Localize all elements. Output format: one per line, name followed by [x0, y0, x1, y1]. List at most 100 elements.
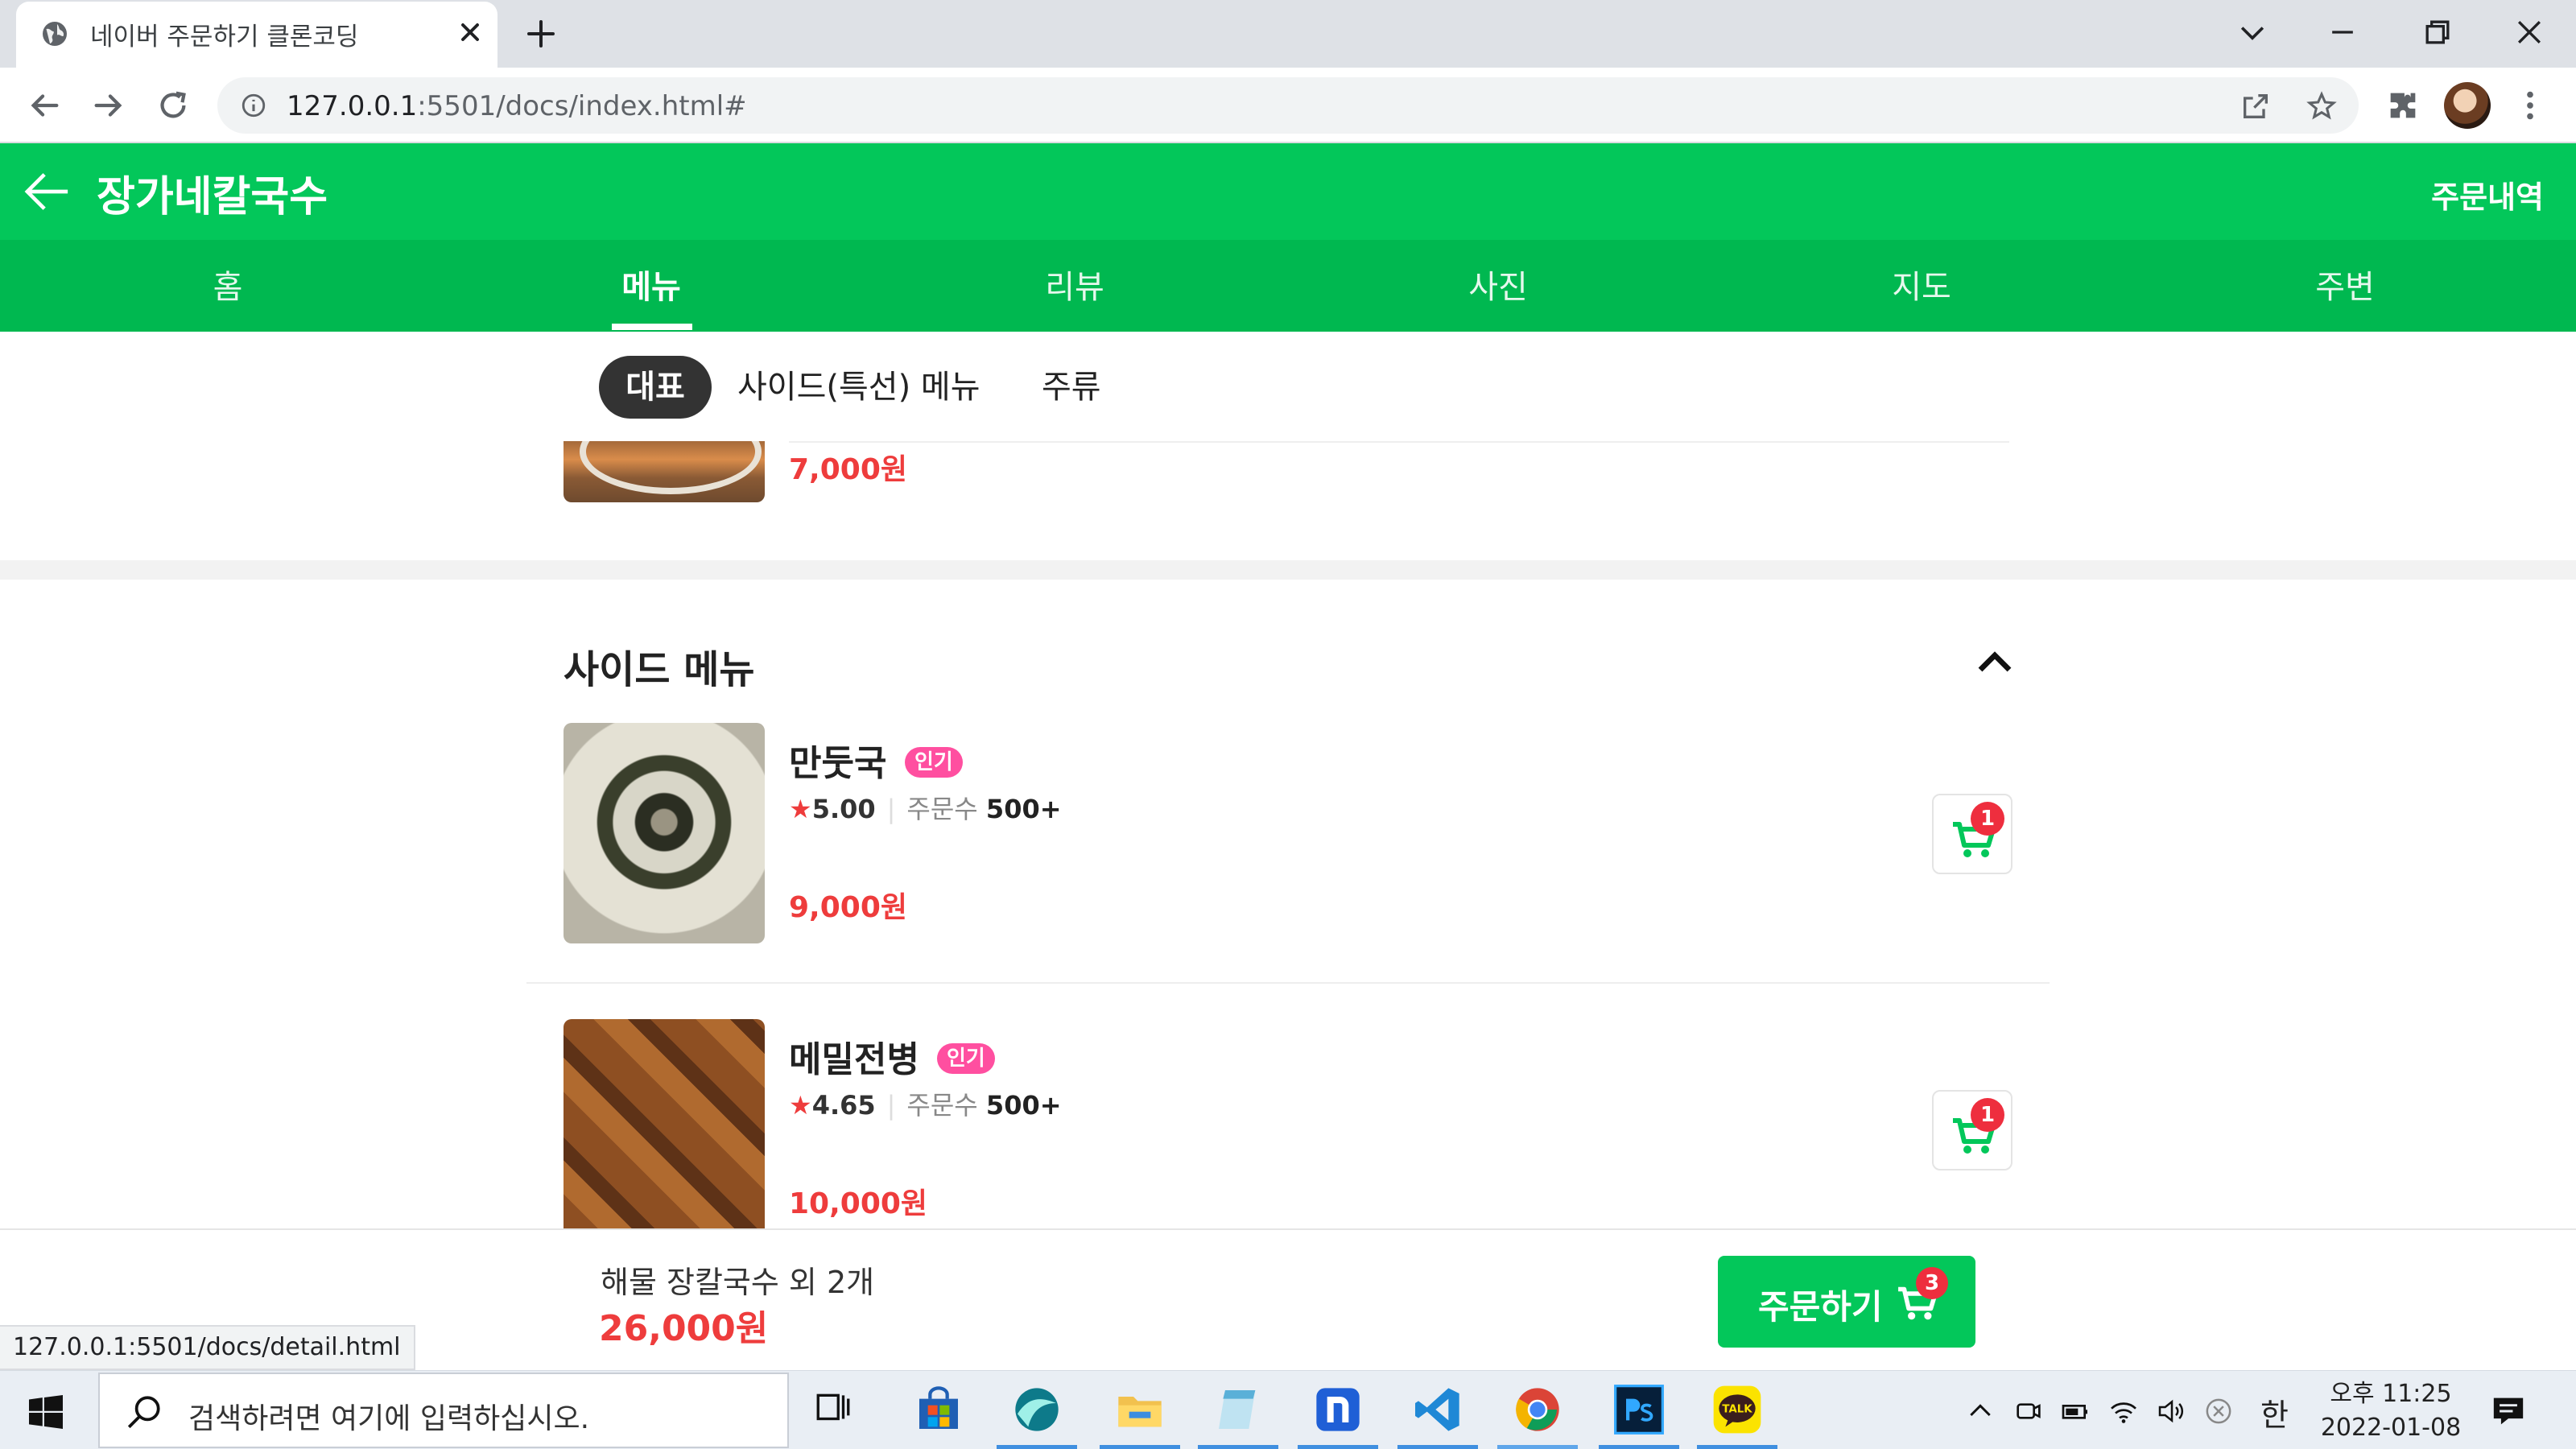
vscode-icon[interactable] [1412, 1384, 1463, 1435]
menu-item-meta: ★5.00 | 주문수 500+ [789, 794, 1062, 824]
popular-badge: 인기 [905, 747, 963, 778]
cart-count-badge: 3 [1916, 1267, 1948, 1299]
plus-icon[interactable] [525, 18, 557, 50]
orders-count: 500+ [985, 1090, 1062, 1121]
menu-item-image [564, 441, 765, 502]
section-divider [0, 560, 2576, 580]
running-indicator [1198, 1445, 1278, 1449]
running-indicator [1100, 1445, 1180, 1449]
menu-item-price: 7,000원 [789, 453, 907, 486]
add-to-cart-button[interactable]: 1 [1932, 794, 2013, 874]
chevron-up-icon[interactable] [1964, 1395, 1996, 1427]
url-host: 127.0.0.1 [287, 90, 418, 122]
chevron-down-icon[interactable] [2235, 14, 2270, 50]
tab-title: 네이버 주문하기 클론코딩 [90, 23, 359, 52]
running-indicator [1397, 1445, 1478, 1449]
url-path: :5501/docs/index.html# [417, 90, 747, 122]
address-bar[interactable]: 127.0.0.1:5501/docs/index.html# [217, 77, 2359, 134]
restore-icon[interactable] [2420, 14, 2455, 50]
tab-reviews[interactable]: 리뷰 [863, 261, 1286, 308]
svg-text:TALK: TALK [1722, 1403, 1752, 1415]
star-icon: ★ [789, 1090, 812, 1121]
status-close-icon[interactable] [2202, 1395, 2235, 1427]
store-header: 장가네칼국수 주문내역 [0, 143, 2576, 240]
clock-date: 2022-01-08 [2320, 1414, 2462, 1442]
app-wave-icon[interactable] [1011, 1384, 1063, 1435]
menu-category-chips: 대표 사이드(특선) 메뉴 주류 [0, 332, 2576, 441]
chrome-icon[interactable] [1512, 1384, 1563, 1435]
rating-score: 5.00 [811, 794, 876, 824]
wifi-icon[interactable] [2107, 1395, 2140, 1427]
back-icon[interactable] [26, 87, 63, 124]
extensions-icon[interactable] [2384, 87, 2421, 124]
divider [789, 441, 2009, 443]
window-close-icon[interactable] [2512, 14, 2547, 50]
menu-item-name: 만둣국 [789, 743, 887, 784]
tab-photos[interactable]: 사진 [1286, 261, 1710, 308]
tab-nearby[interactable]: 주변 [2133, 261, 2557, 308]
order-summary: 해물 장칼국수 외 2개 [601, 1265, 875, 1300]
ime-indicator[interactable]: 한 [2260, 1390, 2289, 1435]
notification-icon[interactable] [2491, 1395, 2526, 1427]
running-indicator [1599, 1445, 1679, 1449]
menu-item[interactable]: 만둣국 인기 ★5.00 | 주문수 500+ 9,000원 1 [0, 723, 2576, 1019]
browser-tab-strip: 네이버 주문하기 클론코딩 [0, 0, 2576, 68]
url-text[interactable]: 127.0.0.1:5501/docs/index.html# [287, 90, 747, 122]
file-explorer-icon[interactable] [1114, 1384, 1166, 1435]
star-icon: ★ [789, 794, 812, 824]
link-status-bubble: 127.0.0.1:5501/docs/detail.html [0, 1325, 415, 1370]
menu-item-name: 메밀전병 [789, 1039, 919, 1080]
close-icon[interactable] [456, 18, 485, 47]
volume-icon[interactable] [2156, 1395, 2188, 1427]
side-menu-section: 사이드 메뉴 만둣국 인기 ★5.00 | 주문수 500+ 9,000원 1 메밀… [0, 580, 2576, 1240]
running-indicator [1298, 1445, 1378, 1449]
chevron-up-icon[interactable] [1975, 647, 2014, 676]
minimize-icon[interactable] [2325, 14, 2360, 50]
order-button-label: 주문하기 [1758, 1287, 1883, 1327]
menu-item-image [564, 723, 765, 943]
windows-start-icon[interactable] [29, 1395, 63, 1429]
chip-drinks[interactable]: 주류 [1042, 356, 1101, 419]
task-view-icon[interactable] [813, 1389, 853, 1429]
more-menu-icon[interactable] [2512, 87, 2549, 124]
running-indicator [997, 1445, 1077, 1449]
info-icon[interactable] [240, 92, 267, 119]
search-placeholder: 검색하려면 여기에 입력하십시오. [188, 1402, 590, 1435]
chip-side-menu[interactable]: 사이드(특선) 메뉴 [737, 356, 980, 419]
tab-map[interactable]: 지도 [1710, 261, 2133, 308]
naver-works-icon[interactable] [1312, 1384, 1364, 1435]
section-title: 사이드 메뉴 [564, 647, 755, 692]
taskbar-search-input[interactable]: 검색하려면 여기에 입력하십시오. [98, 1373, 789, 1448]
divider [526, 982, 2050, 984]
order-button[interactable]: 주문하기 3 [1718, 1256, 1975, 1348]
system-clock[interactable]: 오후 11:25 2022-01-08 [2294, 1377, 2487, 1445]
menu-item-partial[interactable]: 7,000원 [0, 441, 2576, 560]
arrow-left-icon[interactable] [24, 169, 71, 214]
reload-icon[interactable] [155, 87, 192, 124]
search-icon [127, 1396, 160, 1429]
microsoft-store-icon[interactable] [913, 1384, 964, 1435]
chip-signature[interactable]: 대표 [599, 356, 712, 419]
kakaotalk-icon[interactable]: TALK [1711, 1384, 1763, 1435]
add-to-cart-button[interactable]: 1 [1932, 1090, 2013, 1170]
orders-label: 주문수 [906, 1090, 978, 1121]
notepad-icon[interactable] [1212, 1384, 1264, 1435]
browser-tab[interactable]: 네이버 주문하기 클론코딩 [16, 2, 497, 68]
photoshop-icon[interactable] [1613, 1384, 1665, 1435]
bookmark-star-icon[interactable] [2306, 90, 2338, 122]
battery-icon[interactable] [2059, 1395, 2091, 1427]
order-total: 26,000원 [599, 1308, 769, 1349]
orders-label: 주문수 [906, 794, 978, 824]
meet-now-icon[interactable] [2013, 1395, 2045, 1427]
profile-avatar[interactable] [2444, 82, 2491, 129]
tab-home[interactable]: 홈 [16, 261, 440, 308]
share-icon[interactable] [2240, 90, 2272, 122]
menu-item-price: 10,000원 [789, 1187, 928, 1220]
order-history-link[interactable]: 주문내역 [2431, 172, 2544, 217]
store-nav-tabs: 홈 메뉴 리뷰 사진 지도 주변 [0, 240, 2576, 332]
tab-menu[interactable]: 메뉴 [440, 261, 863, 308]
browser-toolbar: 127.0.0.1:5501/docs/index.html# [0, 68, 2576, 143]
rating-score: 4.65 [811, 1090, 876, 1121]
running-indicator [1697, 1445, 1777, 1449]
forward-icon[interactable] [90, 87, 127, 124]
